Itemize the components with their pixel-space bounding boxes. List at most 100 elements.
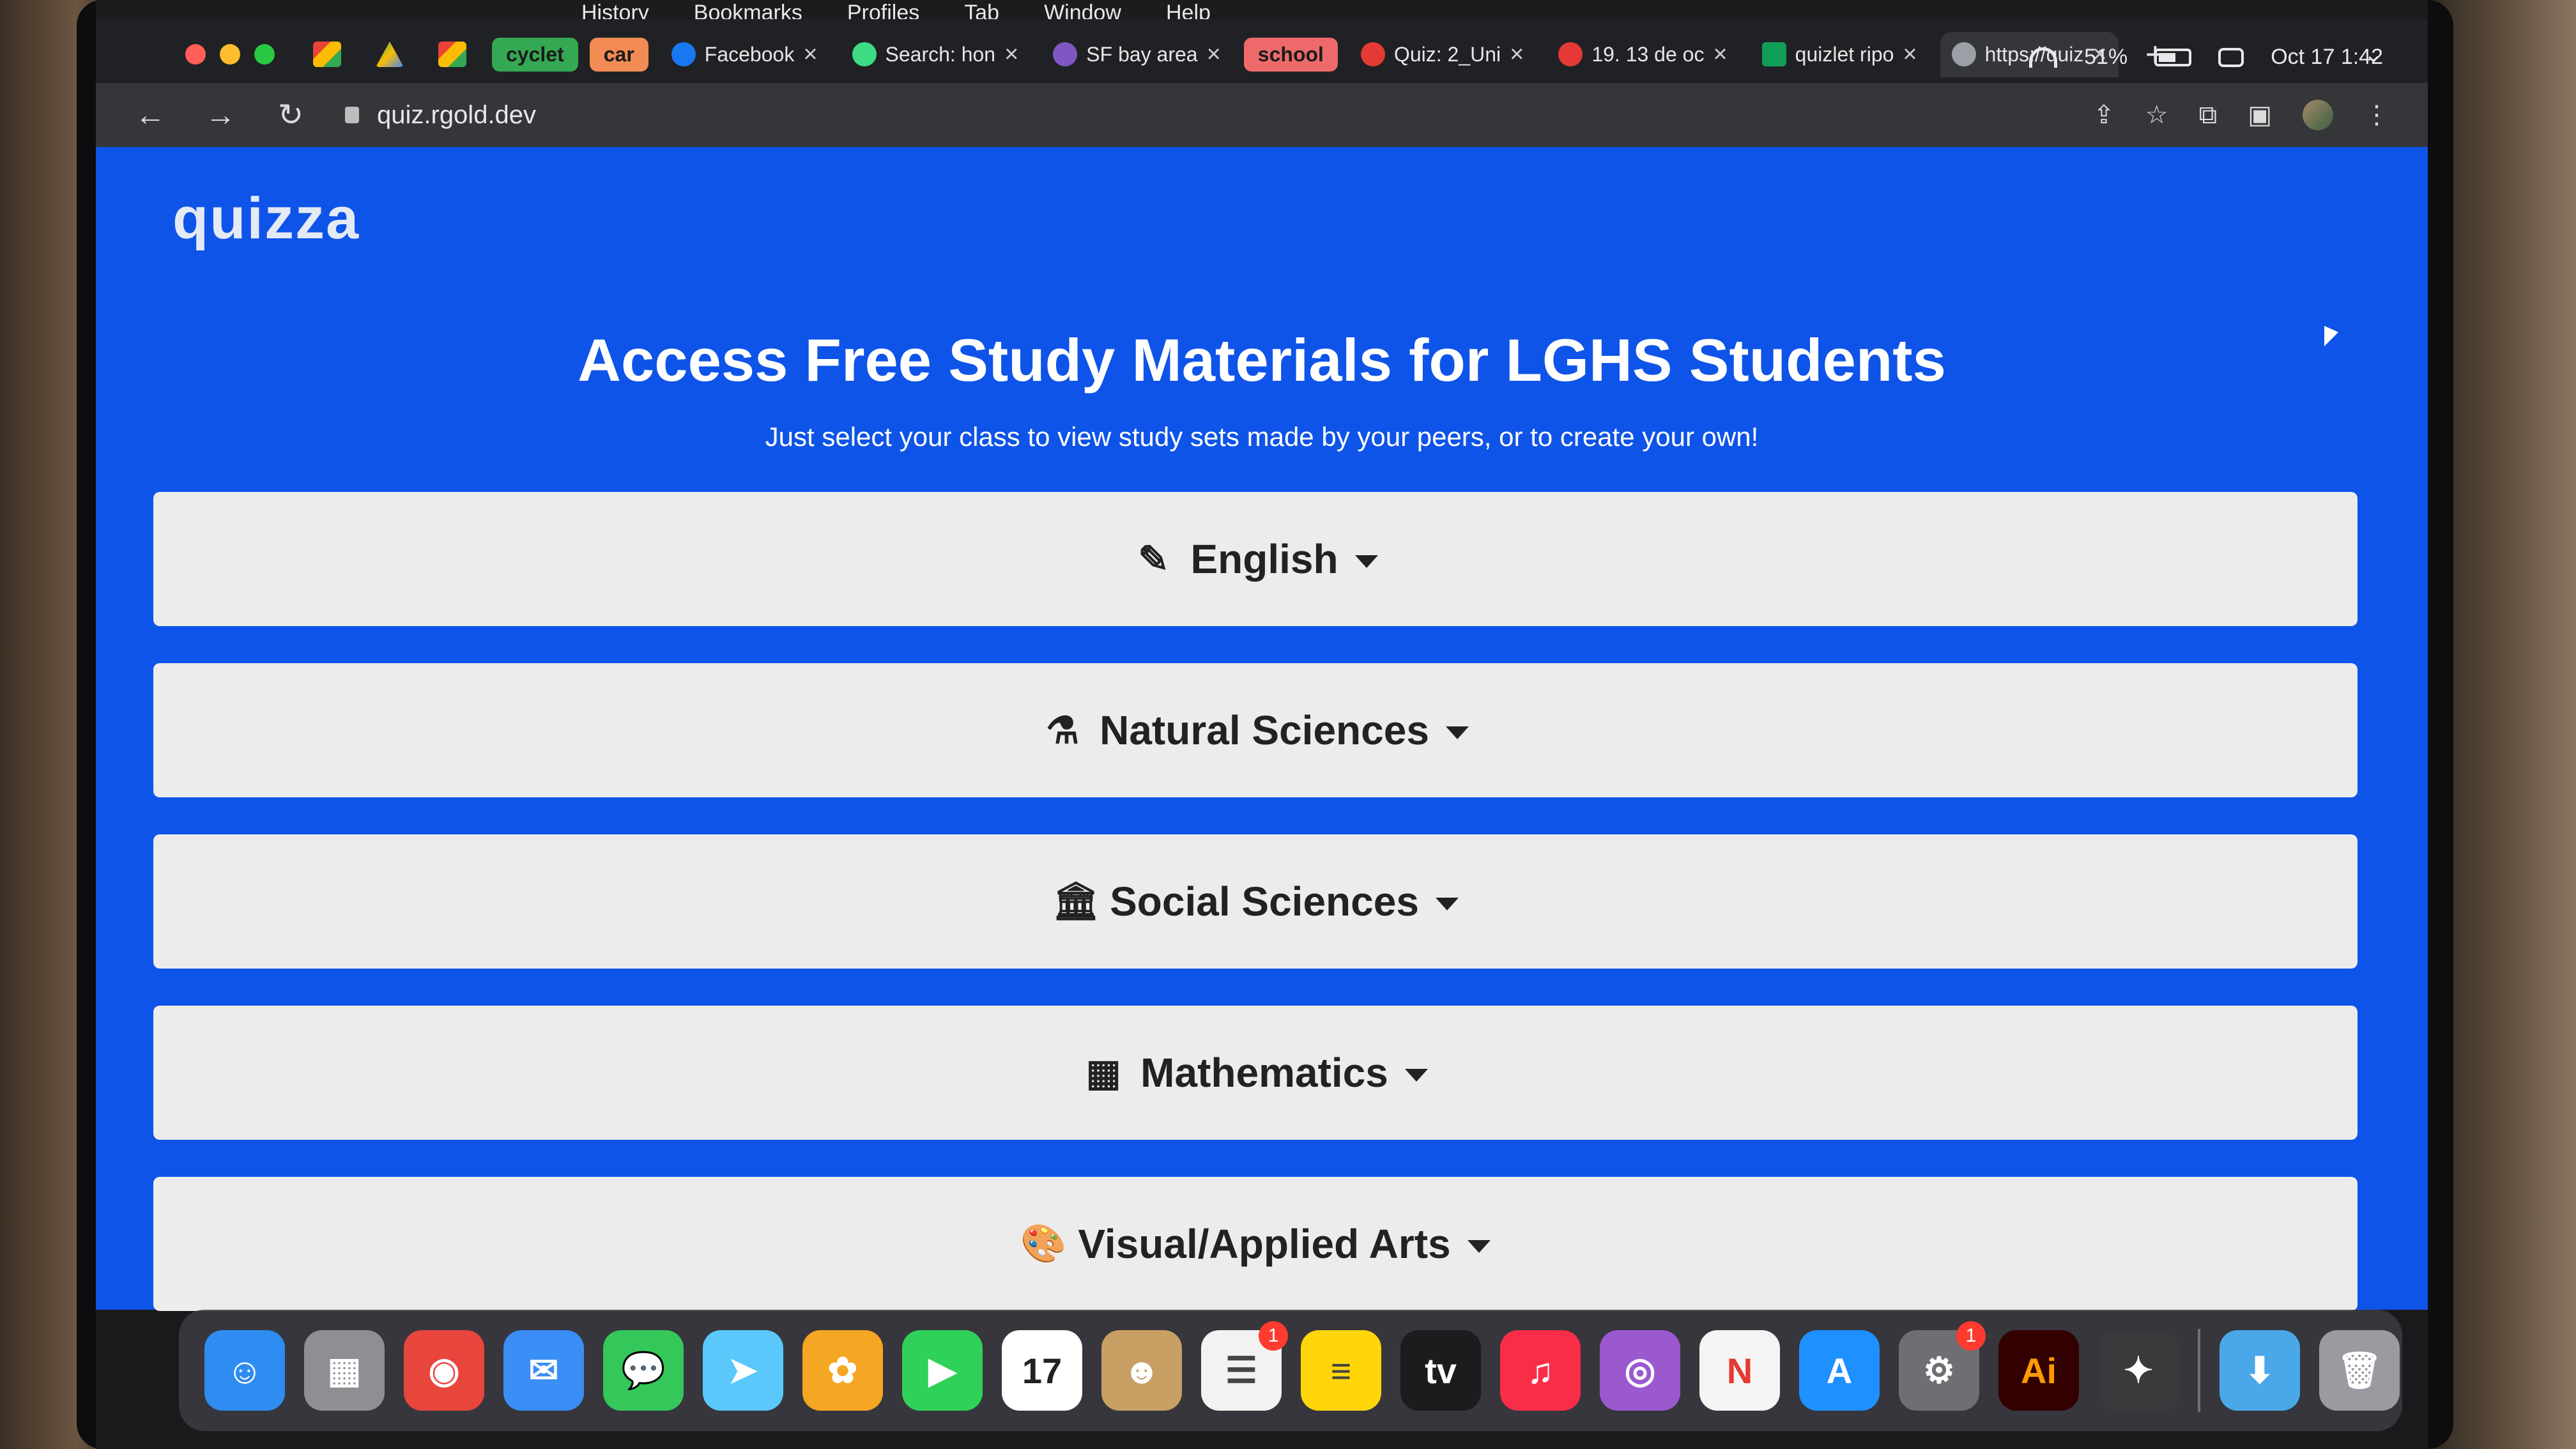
tab-title: Quiz: 2_Uni [1393, 42, 1501, 66]
system-settings-icon[interactable]: ⚙ 1 [1899, 1321, 1986, 1411]
launchpad-glyph: ▦ [327, 1350, 362, 1390]
news-icon[interactable]: N [1699, 1330, 1780, 1411]
class-social-sciences-button[interactable]: 🏛 Social Sciences [153, 834, 2358, 969]
maximize-window-button[interactable] [254, 44, 275, 65]
battery-icon[interactable] [2154, 48, 2192, 66]
caret-down-icon [1445, 726, 1469, 739]
contacts-glyph: ☻ [1123, 1350, 1161, 1391]
class-natural-sciences-button[interactable]: ⚗ Natural Sciences [153, 663, 2358, 797]
lock-icon[interactable] [345, 107, 359, 123]
tab-title: SF bay area [1086, 42, 1198, 66]
class-label: English [1190, 536, 1338, 582]
extensions-icon[interactable]: ⧉ [2199, 101, 2218, 130]
share-icon[interactable]: ⇪ [2093, 100, 2115, 130]
tab-quiz[interactable]: Quiz: 2_Uni × [1349, 32, 1535, 77]
class-list: ✎ English ⚗ Natural Sciences 🏛 Social Sc… [153, 492, 2358, 1348]
tab-title: quizlet ripo [1795, 42, 1894, 66]
drive-icon[interactable] [376, 42, 404, 67]
sheets-icon [1761, 42, 1786, 66]
gmail-icon[interactable] [438, 42, 466, 67]
notes-icon[interactable]: ≡ [1301, 1330, 1381, 1411]
script-editor-glyph: ✦ [2123, 1350, 2154, 1390]
illustrator-glyph: Ai [2021, 1350, 2057, 1391]
tab-quizlet-ripoff[interactable]: quizlet ripo × [1751, 32, 1929, 77]
trash-glyph: 🗑 [2336, 1350, 2382, 1390]
address-bar[interactable]: quiz.rgold.dev [345, 101, 536, 130]
apple-tv-icon[interactable]: tv [1400, 1330, 1481, 1411]
tab-list: cyclet car Facebook × Search: hon × SF b… [492, 31, 2165, 77]
tab-search[interactable]: Search: hon × [841, 32, 1031, 77]
launchpad-icon[interactable]: ▦ [304, 1330, 385, 1411]
tab-group-school[interactable]: school [1243, 37, 1338, 72]
facetime-icon[interactable]: ▶ [902, 1330, 983, 1411]
close-window-button[interactable] [185, 44, 206, 65]
wifi-icon[interactable] [2029, 47, 2058, 68]
illustrator-icon[interactable]: Ai [1998, 1330, 2079, 1411]
tab-title: Search: hon [885, 42, 996, 66]
calendar-icon[interactable]: 17 [1002, 1330, 1082, 1411]
mail-icon[interactable]: ✉ [503, 1330, 584, 1411]
pinned-tabs [313, 42, 466, 67]
photos-icon[interactable]: ✿ [802, 1330, 883, 1411]
site-logo[interactable]: quizza [172, 185, 360, 252]
canvas-icon [1360, 42, 1385, 66]
music-icon[interactable]: ♫ [1500, 1330, 1581, 1411]
side-panel-icon[interactable]: ▣ [2248, 100, 2272, 130]
class-english-button[interactable]: ✎ English [153, 492, 2358, 626]
url-text[interactable]: quiz.rgold.dev [377, 101, 536, 130]
app-store-icon[interactable]: A [1799, 1330, 1880, 1411]
clock[interactable]: Oct 17 1:42 [2271, 45, 2383, 70]
close-icon[interactable]: × [1004, 41, 1018, 68]
battery-percent: 51% [2084, 45, 2128, 69]
maps-icon[interactable]: ➤ [703, 1330, 783, 1411]
control-center-icon[interactable] [2218, 47, 2244, 67]
tab-group-car[interactable]: car [589, 37, 648, 72]
gmail-icon[interactable] [313, 42, 341, 67]
facetime-glyph: ▶ [928, 1350, 956, 1390]
script-editor-icon[interactable]: ✦ [2098, 1330, 2179, 1411]
class-visual-applied-arts-button[interactable]: 🎨 Visual/Applied Arts [153, 1177, 2358, 1311]
search-site-icon [852, 42, 877, 66]
tab-sf-bay-area[interactable]: SF bay area × [1041, 32, 1232, 77]
close-icon[interactable]: × [1903, 41, 1917, 68]
close-icon[interactable]: × [1207, 41, 1221, 68]
minimize-window-button[interactable] [220, 44, 240, 65]
profile-avatar[interactable] [2303, 100, 2333, 130]
finder-icon[interactable]: ☺ [204, 1330, 285, 1411]
forward-button[interactable]: → [204, 98, 236, 133]
trash-icon[interactable]: 🗑 [2319, 1330, 2400, 1411]
contacts-icon[interactable]: ☻ [1101, 1330, 1182, 1411]
apple-tv-glyph: tv [1425, 1350, 1457, 1391]
podcasts-icon[interactable]: ◎ [1600, 1330, 1680, 1411]
reload-button[interactable]: ↻ [275, 97, 307, 133]
close-icon[interactable]: × [1713, 41, 1727, 68]
class-mathematics-button[interactable]: ▦ Mathematics [153, 1006, 2358, 1140]
page-title: Access Free Study Materials for LGHS Stu… [578, 326, 1946, 394]
tab-group-cyclet[interactable]: cyclet [492, 37, 578, 72]
calculator-icon: ▦ [1085, 1052, 1121, 1094]
mail-glyph: ✉ [528, 1350, 559, 1390]
bookmark-star-icon[interactable]: ☆ [2145, 100, 2168, 130]
caret-down-icon [1467, 1240, 1491, 1253]
microscope-icon: ⚗ [1046, 710, 1080, 751]
notification-badge: 1 [1259, 1321, 1288, 1351]
tab-facebook[interactable]: Facebook × [660, 32, 829, 77]
finder-glyph: ☺ [226, 1350, 263, 1391]
downloads-icon[interactable]: ⬇ [2220, 1330, 2300, 1411]
reminders-icon[interactable]: ☰ 1 [1201, 1321, 1288, 1411]
dock-separator [2198, 1329, 2200, 1412]
close-icon[interactable]: × [1510, 41, 1524, 68]
tab-13-de-oc[interactable]: 19. 13 de oc × [1547, 32, 1738, 77]
messages-icon[interactable]: 💬 [603, 1330, 684, 1411]
app-store-glyph: A [1826, 1350, 1853, 1391]
photos-glyph: ✿ [827, 1350, 858, 1390]
canvas-icon [1558, 42, 1583, 66]
more-menu-icon[interactable]: ⋮ [2364, 100, 2389, 130]
dock: ☺ ▦ ◉ ✉ 💬 ➤ ✿ ▶ 17 ☻ ☰ 1 ≡ tv ♫ ◎ N A ⚙ 1 Ai ✦ ⬇ 🗑 [179, 1310, 2402, 1431]
screen: History Bookmarks Profiles Tab Window He… [96, 0, 2428, 1449]
notes-glyph: ≡ [1330, 1350, 1352, 1391]
back-button[interactable]: ← [134, 98, 166, 133]
close-icon[interactable]: × [803, 41, 817, 68]
chrome-icon[interactable]: ◉ [404, 1330, 484, 1411]
class-label: Social Sciences [1110, 878, 1419, 924]
